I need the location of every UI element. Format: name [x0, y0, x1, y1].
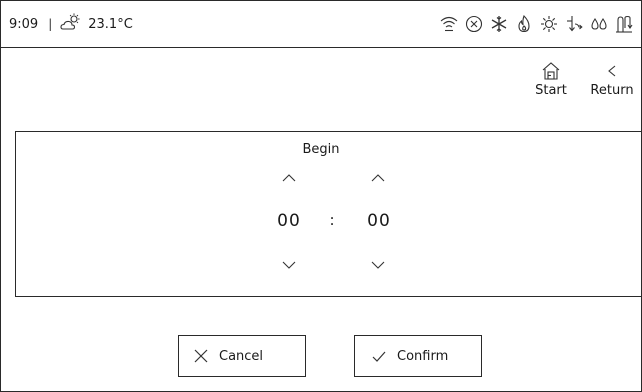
minutes-increment-button[interactable]	[368, 170, 388, 184]
start-label: Start	[535, 83, 567, 98]
hours-value[interactable]: 00	[259, 211, 319, 231]
cancel-button[interactable]: Cancel	[178, 335, 306, 377]
status-left-group: 9:09 | 23.1°C	[9, 13, 133, 35]
minutes-decrement-button[interactable]	[368, 257, 388, 271]
clock-time: 9:09	[9, 16, 39, 32]
home-icon	[542, 62, 560, 80]
chevron-down-icon	[371, 261, 385, 269]
device-screen: 9:09 | 23.1°C Start Return Begin 00: 00…	[0, 0, 642, 392]
chevron-up-icon	[371, 174, 385, 182]
hours-increment-button[interactable]	[279, 170, 299, 184]
confirm-label: Confirm	[397, 348, 449, 364]
time-colon: :	[329, 211, 335, 229]
close-icon	[194, 349, 208, 363]
snowflake-icon	[490, 15, 508, 33]
confirm-button[interactable]: Confirm	[354, 335, 482, 377]
return-button[interactable]: Return	[587, 61, 637, 98]
chevron-left-icon	[608, 65, 616, 77]
minutes-value[interactable]: 00	[349, 211, 409, 231]
cancel-label: Cancel	[219, 348, 264, 364]
pump-arrows-icon	[565, 15, 583, 33]
return-label: Return	[590, 83, 634, 98]
wifi-icon	[440, 15, 458, 33]
status-bar: 9:09 | 23.1°C	[1, 1, 641, 48]
weather-partly-sunny-icon	[60, 13, 82, 35]
temperature-reading: 23.1°C	[88, 16, 133, 32]
close-circle-icon	[465, 15, 483, 33]
timer-title: Begin	[302, 142, 340, 157]
chevron-up-icon	[282, 174, 296, 182]
hours-decrement-button[interactable]	[279, 257, 299, 271]
water-drops-icon	[590, 15, 608, 33]
status-separator: |	[48, 17, 53, 31]
defrost-icon	[540, 15, 558, 33]
start-button[interactable]: Start	[531, 61, 571, 98]
status-icons	[440, 13, 633, 35]
heat-exchanger-icon	[615, 15, 633, 33]
flame-icon	[515, 15, 533, 33]
checkmark-icon	[372, 351, 386, 362]
chevron-down-icon	[282, 261, 296, 269]
